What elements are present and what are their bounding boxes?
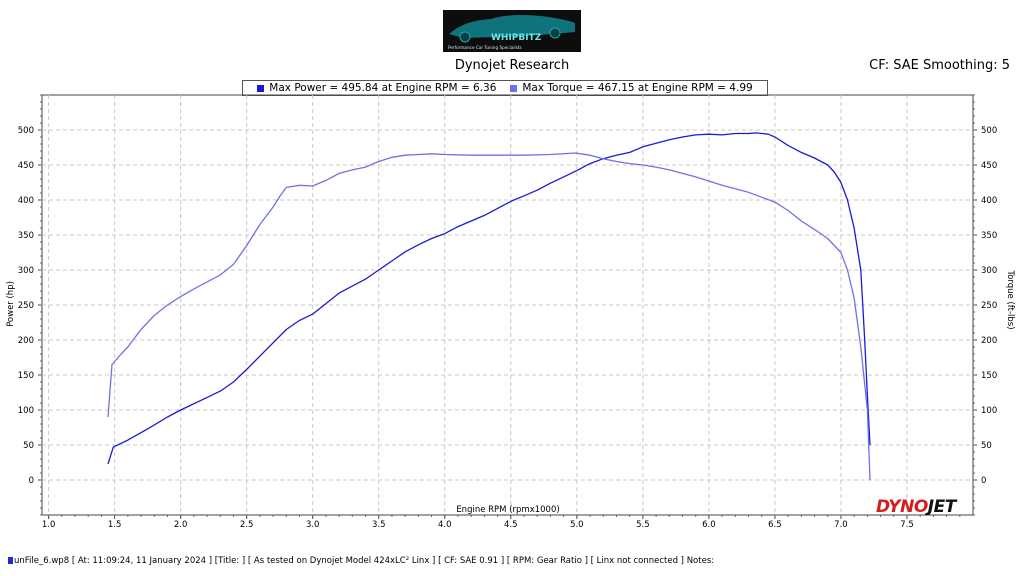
x-tick-label: 2.0	[174, 520, 188, 530]
x-tick-label: 4.5	[504, 520, 518, 530]
y-tick-label-left: 200	[18, 336, 34, 346]
y-tick-label-right: 200	[981, 336, 997, 346]
x-tick-label: 5.5	[636, 520, 650, 530]
x-tick-label: 1.0	[42, 520, 56, 530]
y-tick-label-left: 250	[18, 301, 34, 311]
run-file-info: unFile_6.wp8 [ At: 11:09:24, 11 January …	[8, 556, 714, 566]
y-tick-label-right: 350	[981, 231, 997, 241]
x-tick-label: 6.5	[768, 520, 782, 530]
dyno-chart: 1.0 1.5 2.0 2.5 3.0 3.5 4.0 4.5 5.0 5.5 6.0 6.5 7.0 7…	[6, 94, 1015, 530]
y-tick-label-right: 50	[981, 441, 992, 451]
y2-axis-label: Torque (ft-lbs)	[1005, 269, 1015, 329]
grid	[42, 95, 973, 515]
x-tick-label: 7.5	[900, 520, 914, 530]
y-tick-label-left: 150	[18, 371, 34, 381]
series-layer	[107, 132, 871, 481]
y-tick-label-right: 400	[981, 196, 997, 206]
x-tick-label: 3.5	[372, 520, 386, 530]
y-tick-label-right: 250	[981, 301, 997, 311]
y-tick-label-left: 50	[23, 441, 34, 451]
y-tick-label-right: 150	[981, 371, 997, 381]
y-tick-label-right: 450	[981, 161, 997, 171]
x-tick-label: 1.5	[108, 520, 122, 530]
x-tick-label: 4.0	[438, 520, 452, 530]
x-tick-label: 5.0	[570, 520, 584, 530]
x-tick-label: 6.0	[702, 520, 716, 530]
x-tick-label: 3.0	[306, 520, 320, 530]
dynojet-logo: DYNOJET	[876, 498, 956, 516]
axes: 1.0 1.5 2.0 2.5 3.0 3.5 4.0 4.5 5.0 5.5 6.0 6.5 7.0 7…	[18, 94, 997, 530]
y-tick-label-left: 400	[18, 196, 34, 206]
dynojet-logo-dyno: DYNO	[876, 497, 928, 517]
y-tick-label-left: 500	[18, 126, 34, 136]
x-tick-label: 7.0	[834, 520, 848, 530]
y-axis-label: Power (hp)	[6, 281, 16, 327]
y-tick-label-left: 0	[29, 476, 34, 486]
y-tick-label-right: 300	[981, 266, 997, 276]
series-line-power	[107, 132, 871, 465]
x-axis-label: Engine RPM (rpmx1000)	[456, 505, 559, 515]
y-tick-label-left: 100	[18, 406, 34, 416]
y-tick-label-right: 100	[981, 406, 997, 416]
dynojet-logo-jet: JET	[927, 497, 957, 517]
run-file-text: unFile_6.wp8 [ At: 11:09:24, 11 January …	[14, 556, 715, 566]
x-tick-label: 2.5	[240, 520, 254, 530]
file-icon	[8, 557, 13, 564]
y-tick-label-left: 300	[18, 266, 34, 276]
y-tick-label-left: 350	[18, 231, 34, 241]
y-tick-label-right: 500	[981, 126, 997, 136]
y-tick-label-right: 0	[981, 476, 986, 486]
y-tick-label-left: 450	[18, 161, 34, 171]
series-line-torque	[107, 152, 871, 481]
